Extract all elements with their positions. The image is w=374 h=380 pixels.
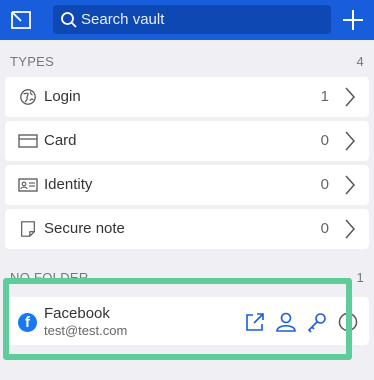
item-name: Facebook [44, 305, 110, 322]
top-bar: Search vault [0, 0, 374, 40]
no-folder-heading-row: NO FOLDER 1 [10, 269, 364, 287]
clock-icon[interactable] [337, 311, 359, 333]
note-icon [21, 221, 35, 237]
type-count: 0 [320, 220, 329, 237]
chevron-right-icon [345, 175, 356, 195]
type-count: 0 [320, 176, 329, 193]
no-folder-count: 1 [356, 270, 364, 285]
facebook-icon: f [18, 313, 37, 332]
type-row-card[interactable]: Card 0 [5, 121, 369, 161]
types-heading-row: TYPES 4 [10, 53, 364, 71]
search-bar[interactable]: Search vault [53, 5, 331, 34]
type-row-secure-note[interactable]: Secure note 0 [5, 209, 369, 249]
key-icon[interactable] [306, 311, 328, 333]
item-username: test@test.com [44, 323, 128, 338]
types-heading: TYPES [10, 54, 55, 69]
type-count: 0 [320, 132, 329, 149]
type-row-login[interactable]: Login 1 [5, 77, 369, 117]
chevron-right-icon [345, 87, 356, 107]
type-label: Card [44, 132, 77, 149]
search-icon [61, 12, 77, 28]
user-icon[interactable] [275, 311, 297, 333]
vault-item-facebook[interactable]: f Facebook test@test.com [5, 297, 369, 345]
type-label: Login [44, 88, 81, 105]
globe-icon [20, 89, 36, 105]
type-row-identity[interactable]: Identity 0 [5, 165, 369, 205]
type-label: Identity [44, 176, 93, 193]
launch-icon[interactable] [244, 311, 266, 333]
type-label: Secure note [44, 220, 125, 237]
types-count: 4 [356, 54, 364, 69]
search-input[interactable]: Search vault [81, 11, 164, 28]
no-folder-heading: NO FOLDER [10, 270, 89, 285]
id-card-icon [18, 178, 38, 192]
popout-icon[interactable] [8, 8, 34, 32]
chevron-right-icon [345, 219, 356, 239]
type-count: 1 [320, 88, 329, 105]
credit-card-icon [18, 134, 38, 148]
plus-icon[interactable] [341, 8, 365, 32]
chevron-right-icon [345, 131, 356, 151]
